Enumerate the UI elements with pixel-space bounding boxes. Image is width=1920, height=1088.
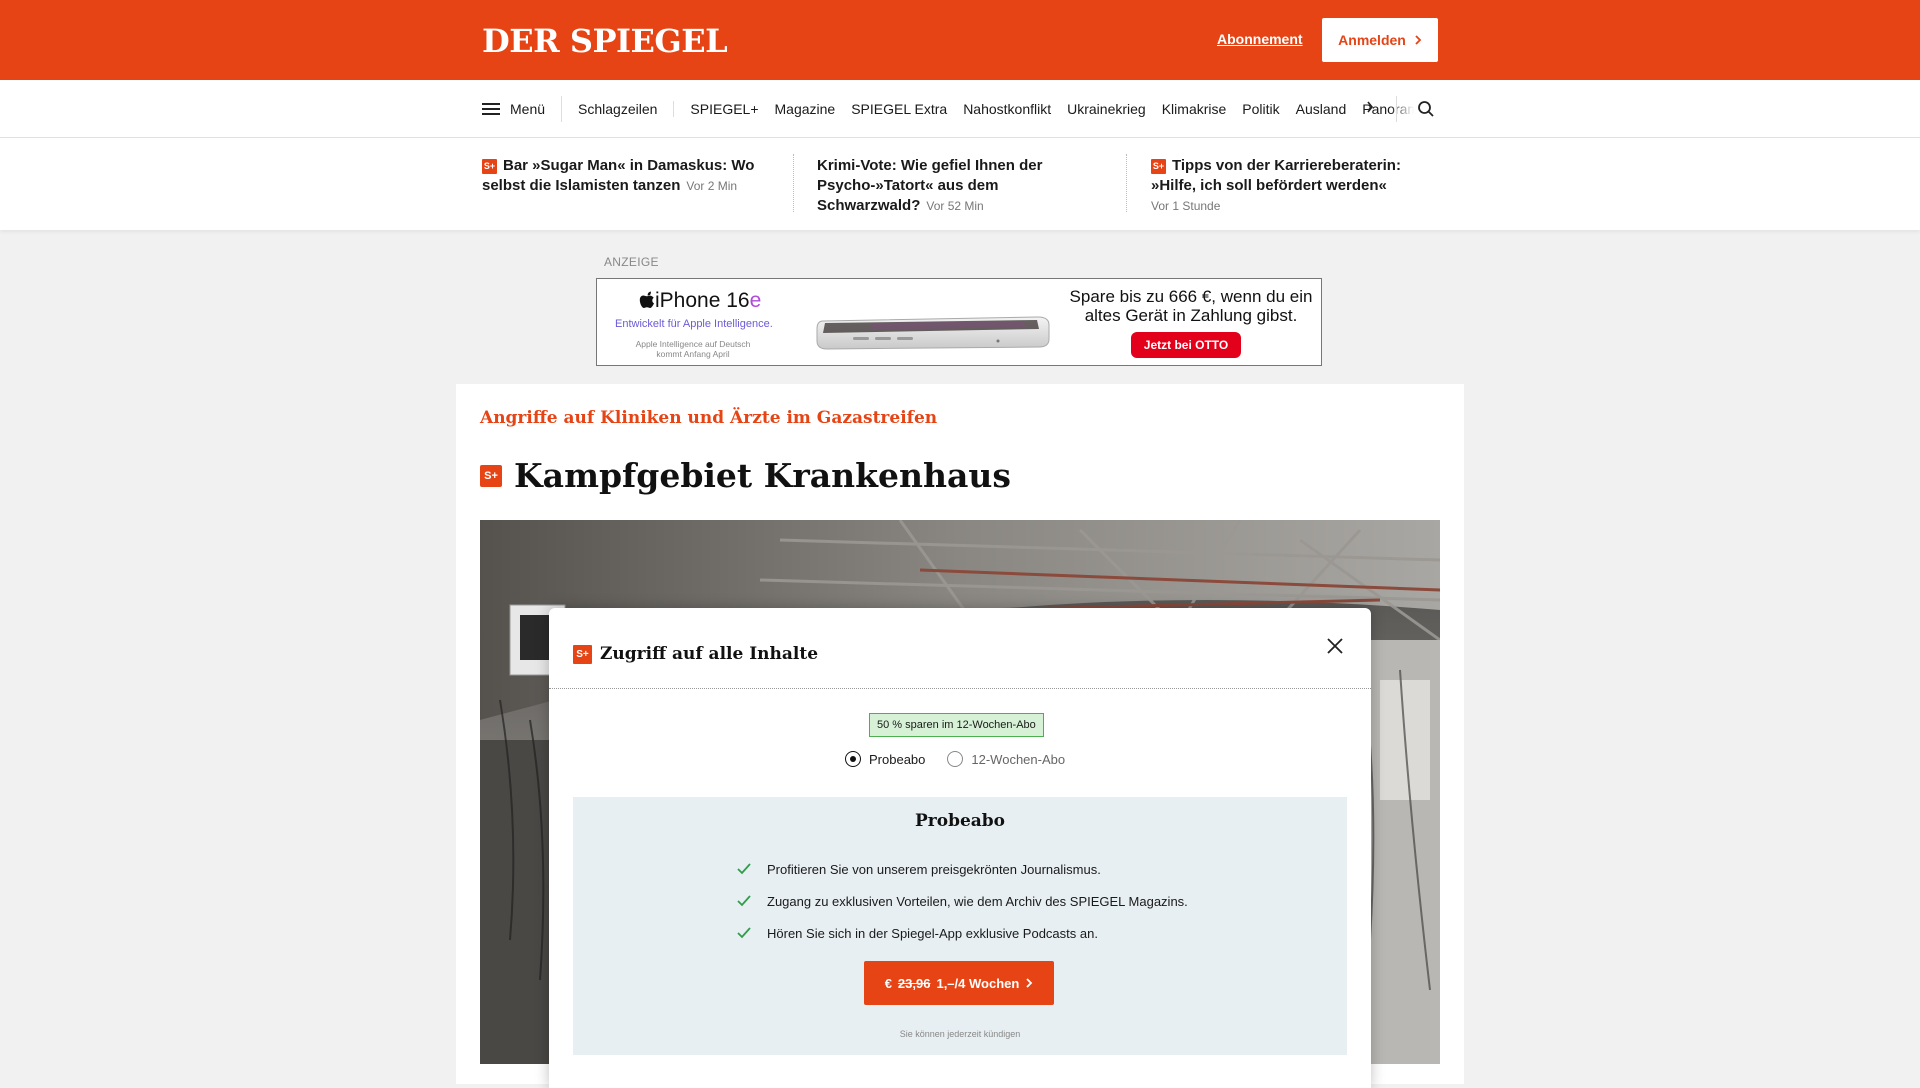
search-icon[interactable]: [1417, 100, 1435, 118]
login-button-label: Anmelden: [1338, 32, 1406, 48]
chevron-right-icon: [1415, 35, 1422, 45]
nav-item-magazine[interactable]: Magazine: [767, 101, 844, 117]
ad-cta-button[interactable]: Jetzt bei OTTO: [1131, 332, 1241, 358]
headline-divider: [793, 154, 794, 212]
subscribe-button[interactable]: € 23,96 1,–/4 Wochen: [864, 961, 1054, 1005]
radio-12-wochen-abo[interactable]: 12-Wochen-Abo: [947, 751, 1065, 767]
nav-item-panorama[interactable]: Panorama: [1354, 101, 1414, 117]
ad-product-prefix: iPhone 16: [655, 289, 750, 312]
radio-label: Probeabo: [869, 751, 926, 767]
headline-title: Tipps von der Karriereberaterin: »Hilfe,…: [1151, 157, 1401, 194]
apple-icon: [639, 291, 654, 308]
cancel-note: Sie können jederzeit kündigen: [899, 1029, 1021, 1039]
plan-selector: Probeabo 12-Wochen-Abo: [845, 751, 1065, 767]
benefit-item: Hören Sie sich in der Spiegel-App exklus…: [737, 917, 1188, 949]
latest-headlines: S+ Bar »Sugar Man« in Damaskus: Wo selbst…: [0, 138, 1920, 230]
savings-badge: 50 % sparen im 12-Wochen-Abo: [869, 713, 1044, 737]
spiegel-plus-icon: S+: [480, 464, 502, 487]
benefit-text: Profitieren Sie von unserem preisgekrönt…: [767, 861, 1101, 877]
headline-item[interactable]: Krimi-Vote: Wie gefiel Ihnen der Psycho-…: [817, 156, 1087, 216]
ad-offer-text: Spare bis zu 666 €, wenn du ein altes Ge…: [1069, 287, 1313, 325]
spiegel-plus-icon: S+: [482, 159, 497, 174]
benefit-item: Profitieren Sie von unserem preisgekrönt…: [737, 853, 1188, 885]
cta-currency: €: [884, 975, 892, 991]
spiegel-plus-icon: S+: [1151, 159, 1166, 174]
benefit-list: Profitieren Sie von unserem preisgekrönt…: [737, 853, 1188, 949]
subscription-link[interactable]: Abonnement: [1217, 31, 1303, 47]
nav-item-ukrainekrieg[interactable]: Ukrainekrieg: [1059, 101, 1154, 117]
article-title: Kampfgebiet Krankenhaus: [514, 456, 1011, 495]
ad-note: Apple Intelligence auf Deutsch kommt Anf…: [635, 339, 751, 359]
radio-button[interactable]: [947, 751, 964, 767]
phone-image: [816, 316, 1050, 350]
ad-label: ANZEIGE: [604, 255, 659, 269]
plan-details: Probeabo Profitieren Sie von unserem pre…: [573, 797, 1347, 1055]
checkmark-icon: [737, 895, 751, 907]
modal-title: Zugriff auf alle Inhalte: [600, 644, 819, 664]
nav-item-spiegel-extra[interactable]: SPIEGEL Extra: [843, 101, 955, 117]
benefit-item: Zugang zu exklusiven Vorteilen, wie dem …: [737, 885, 1188, 917]
radio-button-selected[interactable]: [845, 751, 861, 767]
menu-label: Menü: [510, 100, 546, 117]
headline-time: Vor 52 Min: [926, 199, 984, 213]
nav-item-ausland[interactable]: Ausland: [1288, 101, 1355, 117]
ad-product-name: iPhone 16e: [639, 289, 761, 313]
menu-button[interactable]: Menü: [482, 95, 563, 122]
modal-header: S+ Zugriff auf alle Inhalte: [573, 644, 818, 664]
modal-divider: [549, 688, 1371, 689]
headline-item[interactable]: S+ Bar »Sugar Man« in Damaskus: Wo selbst…: [482, 156, 772, 196]
nav-divider: [1396, 96, 1397, 122]
nav-item-politik[interactable]: Politik: [1234, 101, 1287, 117]
checkmark-icon: [737, 863, 751, 875]
radio-label: 12-Wochen-Abo: [971, 751, 1066, 767]
headline-time: Vor 1 Stunde: [1151, 199, 1221, 213]
nav-item-nahostkonflikt[interactable]: Nahostkonflikt: [955, 101, 1059, 117]
paywall-modal: S+ Zugriff auf alle Inhalte 50 % sparen …: [549, 608, 1371, 1088]
checkmark-icon: [737, 927, 751, 939]
headline-time: Vor 2 Min: [686, 179, 738, 193]
spiegel-plus-icon: S+: [573, 644, 592, 664]
nav-item-spiegel-plus[interactable]: SPIEGEL+: [682, 101, 766, 117]
main-navigation: Menü Schlagzeilen SPIEGEL+ Magazine SPIE…: [0, 80, 1920, 138]
chevron-right-icon: [1026, 978, 1033, 988]
article-headline: S+ Kampfgebiet Krankenhaus: [480, 456, 1011, 495]
article-kicker: Angriffe auf Kliniken und Ärzte im Gazas…: [480, 408, 938, 428]
plan-title: Probeabo: [914, 811, 1006, 831]
advertisement-banner[interactable]: iPhone 16e Entwickelt für Apple Intellig…: [596, 278, 1322, 366]
radio-probeabo[interactable]: Probeabo: [845, 751, 925, 767]
site-logo[interactable]: DER SPIEGEL: [482, 22, 728, 60]
benefit-text: Hören Sie sich in der Spiegel-App exklus…: [767, 925, 1098, 941]
cta-new-price: 1,–/4 Wochen: [936, 975, 1020, 991]
login-button[interactable]: Anmelden: [1322, 18, 1438, 62]
ad-product-suffix: e: [749, 289, 762, 312]
close-icon[interactable]: [1325, 636, 1345, 656]
hamburger-icon: [482, 102, 500, 115]
nav-item-schlagzeilen[interactable]: Schlagzeilen: [562, 100, 675, 117]
site-header: DER SPIEGEL Abonnement Anmelden: [0, 0, 1920, 80]
chevron-right-icon[interactable]: [1366, 101, 1374, 113]
ad-subline: Entwickelt für Apple Intelligence.: [615, 318, 773, 330]
nav-item-klimakrise[interactable]: Klimakrise: [1154, 101, 1235, 117]
benefit-text: Zugang zu exklusiven Vorteilen, wie dem …: [767, 893, 1188, 909]
cta-old-price: 23,96: [897, 975, 931, 991]
headline-divider: [1126, 154, 1127, 212]
headline-item[interactable]: S+ Tipps von der Karriereberaterin: »Hilf…: [1151, 156, 1431, 216]
